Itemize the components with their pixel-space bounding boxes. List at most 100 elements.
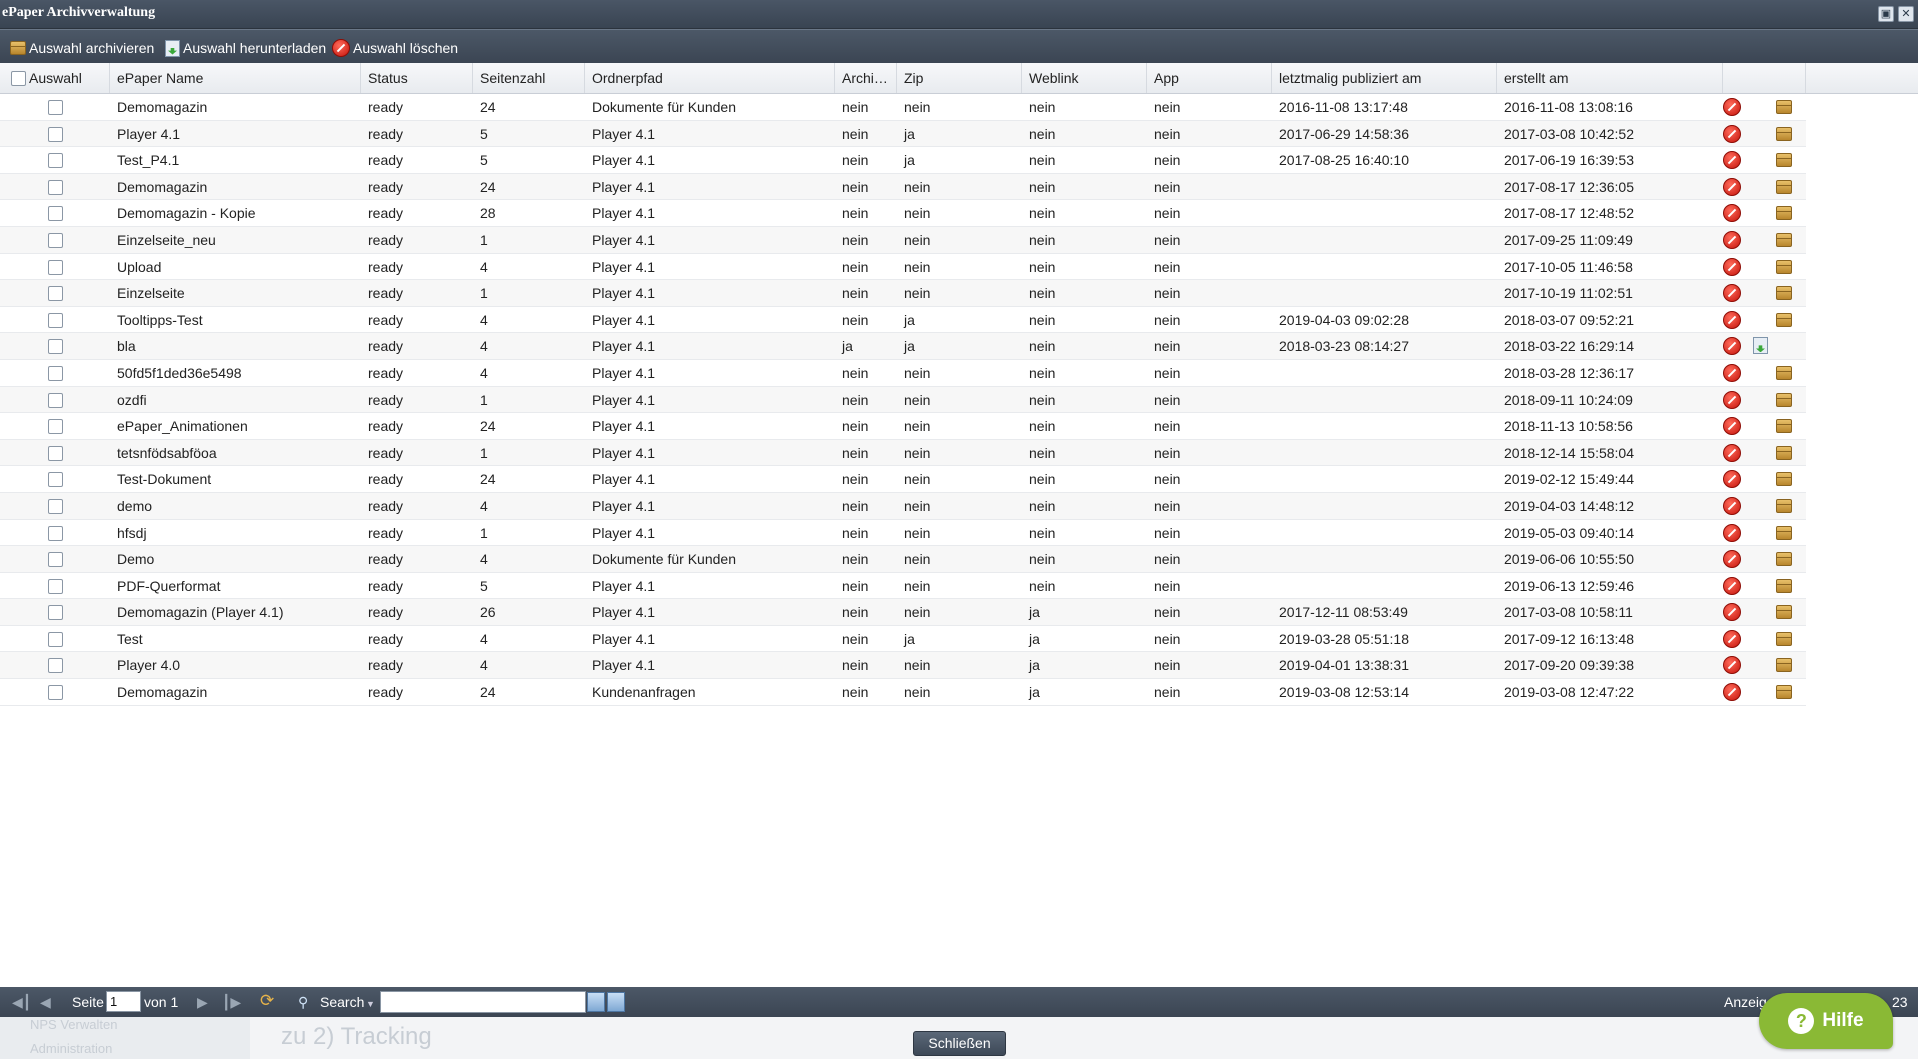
column-header-name[interactable]: ePaper Name: [110, 63, 361, 93]
column-header-weblink[interactable]: Weblink: [1022, 63, 1147, 93]
archive-selection-button[interactable]: Auswahl archivieren: [10, 38, 154, 58]
delete-row-icon[interactable]: [1723, 683, 1741, 702]
column-header-zip[interactable]: Zip: [897, 63, 1022, 93]
delete-row-icon[interactable]: [1723, 417, 1741, 436]
row-select-checkbox[interactable]: [48, 631, 63, 647]
archive-row-icon[interactable]: [1776, 126, 1792, 141]
row-select-checkbox[interactable]: [48, 312, 63, 328]
restore-icon[interactable]: ▣: [1878, 6, 1894, 22]
row-select-checkbox[interactable]: [48, 498, 63, 514]
next-page-icon[interactable]: ▶: [197, 994, 208, 1011]
table-row[interactable]: Demo ready 4 Dokumente für Kunden nein nein ne…: [0, 546, 1806, 573]
first-page-icon[interactable]: ◀┃: [12, 994, 31, 1011]
archive-row-icon[interactable]: [1776, 312, 1792, 327]
archive-row-icon[interactable]: [1776, 445, 1792, 460]
archive-row-icon[interactable]: [1776, 100, 1792, 114]
table-row[interactable]: Demomagazin (Player 4.1) ready 26 Player 4.…: [0, 599, 1806, 626]
last-page-icon[interactable]: ┃▶: [222, 994, 241, 1011]
delete-row-icon[interactable]: [1723, 204, 1741, 223]
delete-row-icon[interactable]: [1723, 98, 1741, 116]
column-header-archiv[interactable]: Archi…: [835, 63, 897, 93]
archive-row-icon[interactable]: [1776, 286, 1792, 301]
table-row[interactable]: hfsdj ready 1 Player 4.1 nein nein nein nein 201…: [0, 520, 1806, 547]
archive-row-icon[interactable]: [1776, 153, 1792, 168]
table-row[interactable]: bla ready 4 Player 4.1 ja ja nein nein 2018-03-2…: [0, 333, 1806, 360]
archive-row-icon[interactable]: [1776, 552, 1792, 567]
table-row[interactable]: Test_P4.1 ready 5 Player 4.1 nein ja nein nein 2…: [0, 147, 1806, 174]
table-row[interactable]: 50fd5f1ded36e5498 ready 4 Player 4.1 nein nei…: [0, 360, 1806, 387]
help-button[interactable]: ? Hilfe: [1759, 993, 1893, 1049]
archive-row-icon[interactable]: [1776, 685, 1792, 700]
archive-row-icon[interactable]: [1776, 259, 1792, 274]
table-row[interactable]: demo ready 4 Player 4.1 nein nein nein nein 2019…: [0, 492, 1806, 520]
table-row[interactable]: Demomagazin ready 24 Kundenanfragen nein nein…: [0, 679, 1806, 706]
row-select-checkbox[interactable]: [48, 605, 63, 621]
delete-row-icon[interactable]: [1723, 363, 1741, 382]
row-select-checkbox[interactable]: [48, 206, 63, 222]
row-select-checkbox[interactable]: [48, 472, 63, 488]
column-header-app[interactable]: App: [1147, 63, 1272, 93]
row-select-checkbox[interactable]: [48, 232, 63, 248]
row-select-checkbox[interactable]: [48, 525, 63, 541]
table-row[interactable]: Player 4.0 ready 4 Player 4.1 nein nein ja nein…: [0, 652, 1806, 680]
delete-row-icon[interactable]: [1723, 257, 1741, 276]
row-select-checkbox[interactable]: [48, 685, 63, 701]
search-go-icon[interactable]: [607, 992, 625, 1012]
table-row[interactable]: tetsnfödsabföoa ready 1 Player 4.1 nein nein n…: [0, 439, 1806, 467]
archive-row-icon[interactable]: [1776, 631, 1792, 646]
column-header-created[interactable]: erstellt am: [1497, 63, 1723, 93]
chevron-down-icon[interactable]: ▼: [366, 999, 375, 1009]
row-select-checkbox[interactable]: [48, 259, 63, 275]
refresh-icon[interactable]: ⟳: [260, 991, 274, 1011]
delete-row-icon[interactable]: [1723, 284, 1741, 303]
page-number-input[interactable]: 1: [106, 991, 141, 1012]
row-select-checkbox[interactable]: [48, 419, 63, 435]
clear-search-icon[interactable]: [587, 992, 605, 1012]
table-row[interactable]: PDF-Querformat ready 5 Player 4.1 nein nein ne…: [0, 573, 1806, 600]
table-row[interactable]: Upload ready 4 Player 4.1 nein nein nein nein 20…: [0, 254, 1806, 281]
row-select-checkbox[interactable]: [48, 339, 63, 355]
search-input[interactable]: [380, 991, 586, 1013]
download-row-icon[interactable]: [1753, 337, 1768, 355]
select-all-checkbox[interactable]: [11, 71, 26, 86]
row-select-checkbox[interactable]: [48, 126, 63, 142]
table-row[interactable]: Demomagazin - Kopie ready 28 Player 4.1 nein…: [0, 200, 1806, 227]
delete-row-icon[interactable]: [1723, 310, 1741, 329]
delete-row-icon[interactable]: [1723, 523, 1741, 542]
table-row[interactable]: Tooltipps-Test ready 4 Player 4.1 nein ja nein…: [0, 307, 1806, 334]
prev-page-icon[interactable]: ◀: [40, 994, 51, 1011]
table-row[interactable]: Einzelseite ready 1 Player 4.1 nein nein nein n…: [0, 280, 1806, 307]
delete-row-icon[interactable]: [1723, 337, 1741, 356]
search-label[interactable]: Search: [320, 994, 364, 1010]
delete-row-icon[interactable]: [1723, 576, 1741, 595]
row-select-checkbox[interactable]: [48, 658, 63, 674]
delete-row-icon[interactable]: [1723, 151, 1741, 170]
archive-row-icon[interactable]: [1776, 392, 1792, 407]
archive-row-icon[interactable]: [1776, 232, 1792, 247]
delete-row-icon[interactable]: [1723, 629, 1741, 648]
archive-row-icon[interactable]: [1776, 179, 1792, 194]
delete-row-icon[interactable]: [1723, 656, 1741, 675]
delete-row-icon[interactable]: [1723, 470, 1741, 489]
archive-row-icon[interactable]: [1776, 605, 1792, 620]
table-row[interactable]: Test ready 4 Player 4.1 nein ja ja nein 2019-03-…: [0, 626, 1806, 653]
delete-row-icon[interactable]: [1723, 390, 1741, 409]
table-row[interactable]: Test-Dokument ready 24 Player 4.1 nein nein ne…: [0, 466, 1806, 493]
archive-row-icon[interactable]: [1776, 658, 1792, 673]
table-row[interactable]: Einzelseite_neu ready 1 Player 4.1 nein nein n…: [0, 226, 1806, 254]
row-select-checkbox[interactable]: [48, 153, 63, 169]
archive-row-icon[interactable]: [1776, 206, 1792, 221]
archive-row-icon[interactable]: [1776, 498, 1792, 513]
row-select-checkbox[interactable]: [48, 286, 63, 302]
delete-row-icon[interactable]: [1723, 177, 1741, 196]
archive-row-icon[interactable]: [1776, 472, 1792, 487]
delete-row-icon[interactable]: [1723, 496, 1741, 515]
row-select-checkbox[interactable]: [48, 365, 63, 381]
column-header-status[interactable]: Status: [361, 63, 473, 93]
delete-row-icon[interactable]: [1723, 124, 1741, 143]
table-row[interactable]: Demomagazin ready 24 Dokumente für Kunden ne…: [0, 94, 1806, 121]
column-header-auswahl[interactable]: Auswahl: [0, 63, 110, 93]
archive-row-icon[interactable]: [1776, 525, 1792, 540]
close-icon[interactable]: ✕: [1898, 6, 1914, 22]
archive-row-icon[interactable]: [1776, 365, 1792, 380]
